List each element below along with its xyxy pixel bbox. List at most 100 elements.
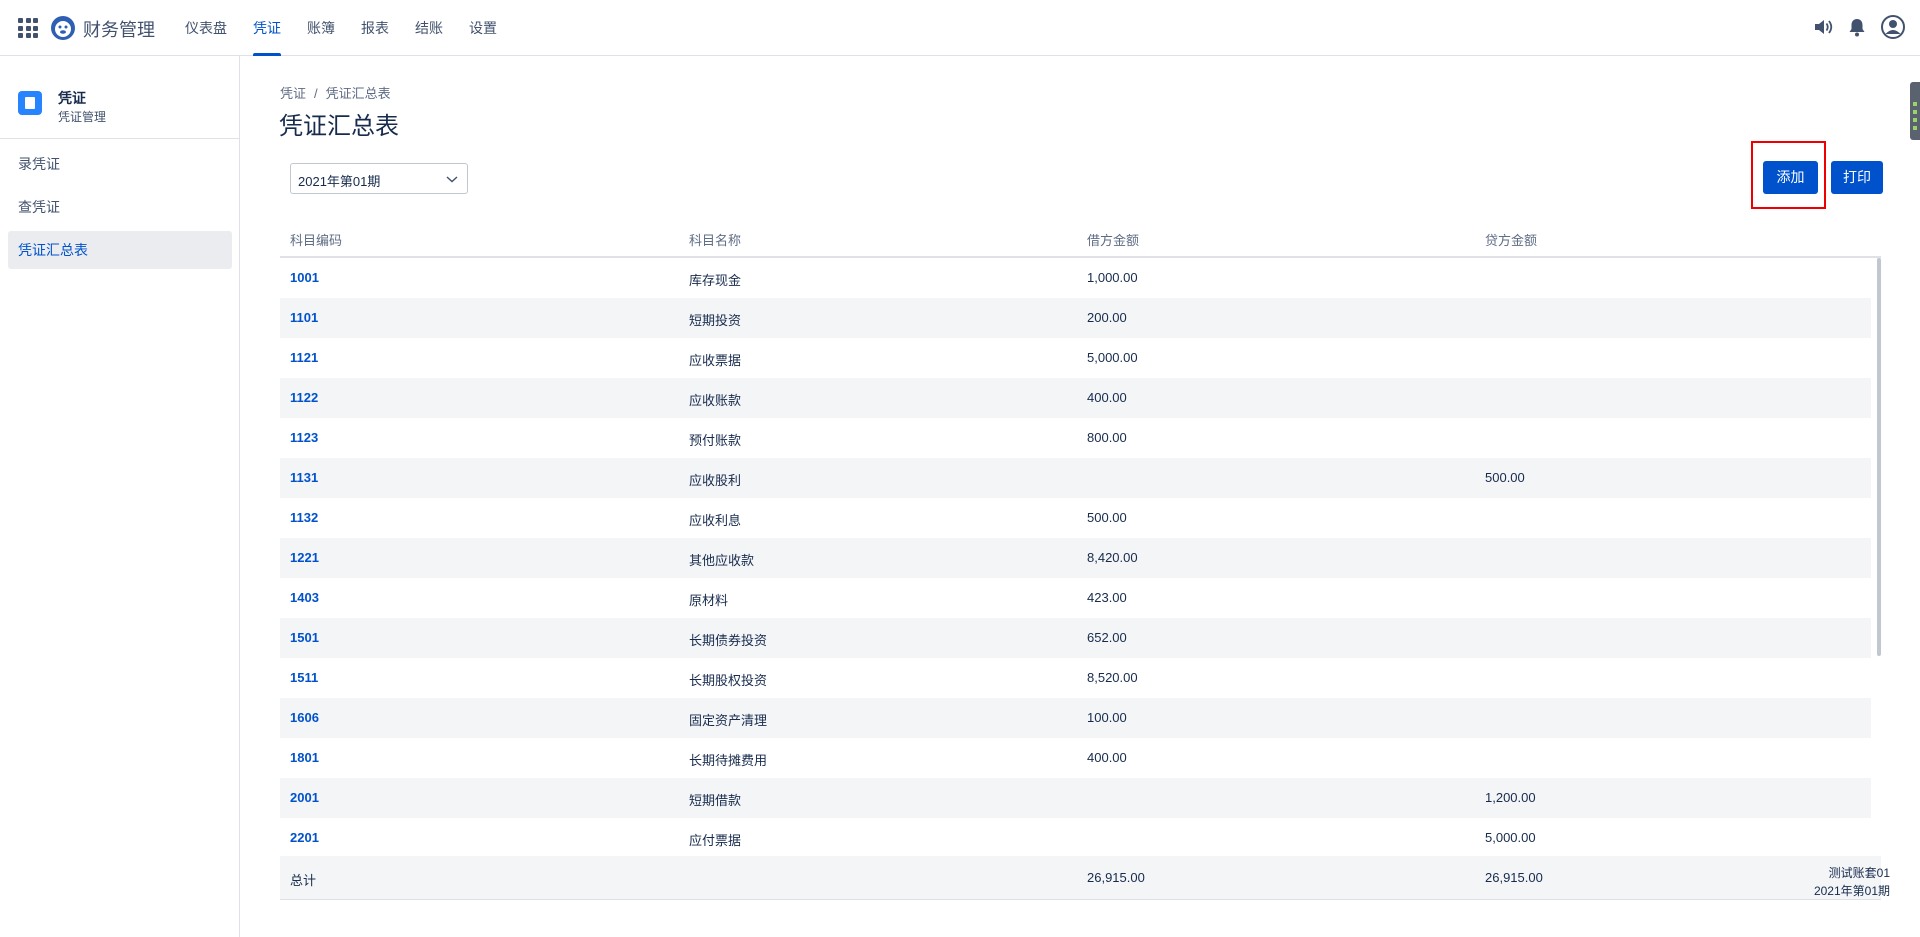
debit-amount-cell: 200.00: [1087, 310, 1127, 325]
account-code-link[interactable]: 1403: [290, 590, 319, 605]
account-code-link[interactable]: 2201: [290, 830, 319, 845]
account-code-link[interactable]: 1121: [290, 350, 318, 365]
account-name-cell: 应付票据: [689, 833, 742, 848]
account-code-link[interactable]: 1101: [290, 310, 318, 325]
account-name-cell: 长期股权投资: [689, 673, 768, 688]
account-code-link[interactable]: 1511: [290, 670, 318, 685]
credit-amount-cell: 5,000.00: [1485, 830, 1536, 845]
debit-amount-cell: 400.00: [1087, 390, 1127, 405]
table-row[interactable]: 1606 固定资产清理 100.00: [280, 698, 1871, 738]
table-row[interactable]: 2201 应付票据 5,000.00: [280, 818, 1871, 858]
main-nav: 仪表盘 凭证 账簿 报表 结账 设置: [176, 0, 514, 56]
account-name-cell: 应收利息: [689, 513, 742, 528]
account-code-link[interactable]: 2001: [290, 790, 319, 805]
debit-amount-cell: 400.00: [1087, 750, 1127, 765]
table-header: 科目编码 科目名称 借方金额 贷方金额: [280, 222, 1881, 258]
account-name-cell: 原材料: [689, 593, 729, 608]
table-row[interactable]: 1131 应收股利 500.00: [280, 458, 1871, 498]
table-row[interactable]: 1511 长期股权投资 8,520.00: [280, 658, 1871, 698]
table-row[interactable]: 1801 长期待摊费用 400.00: [280, 738, 1871, 778]
nav-voucher[interactable]: 凭证: [244, 0, 290, 56]
print-button[interactable]: 打印: [1831, 161, 1883, 194]
account-name-cell: 长期债券投资: [689, 633, 768, 648]
period-select[interactable]: 2021年第01期: [290, 163, 468, 194]
table-row[interactable]: 1403 原材料 423.00: [280, 578, 1871, 618]
nav-ledger[interactable]: 账簿: [298, 0, 344, 56]
table-row[interactable]: 2001 短期借款 1,200.00: [280, 778, 1871, 818]
account-code-link[interactable]: 1132: [290, 510, 318, 525]
table-row[interactable]: 1122 应收账款 400.00: [280, 378, 1871, 418]
total-credit: 26,915.00: [1485, 870, 1543, 885]
header-account-code[interactable]: 科目编码: [290, 230, 342, 249]
table-row[interactable]: 1132 应收利息 500.00: [280, 498, 1871, 538]
account-name-cell: 应收股利: [689, 473, 742, 488]
table-body: 1001 库存现金 1,000.00 1101 短期投资 200.00 1121 应收票据 5,…: [280, 258, 1881, 862]
user-avatar-icon[interactable]: [1880, 14, 1906, 40]
add-button[interactable]: 添加: [1763, 161, 1818, 194]
app-grid-icon[interactable]: [18, 18, 38, 38]
sidebar-item-record-voucher[interactable]: 录凭证: [8, 145, 232, 183]
bell-icon[interactable]: [1846, 16, 1868, 38]
account-name-cell: 库存现金: [689, 273, 742, 288]
table-row[interactable]: 1101 短期投资 200.00: [280, 298, 1871, 338]
chevron-down-icon: [446, 176, 458, 183]
nav-dashboard[interactable]: 仪表盘: [176, 0, 236, 56]
debit-amount-cell: 500.00: [1087, 510, 1127, 525]
breadcrumb-item-summary[interactable]: 凭证汇总表: [326, 86, 391, 101]
account-name-cell: 预付账款: [689, 433, 742, 448]
debit-amount-cell: 8,520.00: [1087, 670, 1138, 685]
nav-report[interactable]: 报表: [352, 0, 398, 56]
credit-amount-cell: 1,200.00: [1485, 790, 1536, 805]
side-widget-handle[interactable]: [1910, 82, 1920, 140]
account-code-link[interactable]: 1606: [290, 710, 319, 725]
account-name-cell: 应收票据: [689, 353, 742, 368]
speaker-icon[interactable]: [1812, 16, 1834, 38]
account-code-link[interactable]: 1221: [290, 550, 319, 565]
table-row[interactable]: 1221 其他应收款 8,420.00: [280, 538, 1871, 578]
account-name-cell: 固定资产清理: [689, 713, 768, 728]
debit-amount-cell: 1,000.00: [1087, 270, 1138, 285]
sidebar-subtitle: 凭证管理: [58, 110, 107, 124]
table-row[interactable]: 1001 库存现金 1,000.00: [280, 258, 1871, 298]
nav-closing[interactable]: 结账: [406, 0, 452, 56]
account-code-link[interactable]: 1131: [290, 470, 318, 485]
brand-title[interactable]: 财务管理: [83, 16, 155, 42]
account-code-link[interactable]: 1501: [290, 630, 319, 645]
account-name-cell: 长期待摊费用: [689, 753, 768, 768]
debit-amount-cell: 100.00: [1087, 710, 1127, 725]
total-debit: 26,915.00: [1087, 870, 1145, 885]
monkey-logo-icon: [51, 16, 75, 40]
table-row[interactable]: 1123 预付账款 800.00: [280, 418, 1871, 458]
account-name-cell: 其他应收款: [689, 553, 755, 568]
sidebar-menu: 录凭证 查凭证 凭证汇总表: [8, 145, 232, 274]
table-row[interactable]: 1121 应收票据 5,000.00: [280, 338, 1871, 378]
header-credit-amount[interactable]: 贷方金额: [1485, 230, 1537, 249]
header-debit-amount[interactable]: 借方金额: [1087, 230, 1139, 249]
sidebar-title: 凭证: [58, 90, 86, 106]
account-code-link[interactable]: 1122: [290, 390, 318, 405]
sidebar-item-voucher-summary[interactable]: 凭证汇总表: [8, 231, 232, 269]
table-total-row: 总计 26,915.00 26,915.00: [280, 856, 1881, 900]
nav-settings[interactable]: 设置: [460, 0, 506, 56]
top-bar: 财务管理 仪表盘 凭证 账簿 报表 结账 设置: [0, 0, 1920, 56]
header-account-name[interactable]: 科目名称: [689, 230, 741, 249]
breadcrumb-item-voucher[interactable]: 凭证: [280, 86, 306, 101]
account-name: 测试账套01: [1828, 866, 1890, 880]
voucher-summary-table: 科目编码 科目名称 借方金额 贷方金额 1001 库存现金 1,000.00 1101…: [280, 222, 1881, 900]
debit-amount-cell: 423.00: [1087, 590, 1127, 605]
total-label: 总计: [290, 873, 317, 888]
table-row[interactable]: 1501 长期债券投资 652.00: [280, 618, 1871, 658]
table-scrollbar[interactable]: [1877, 258, 1881, 656]
credit-amount-cell: 500.00: [1485, 470, 1525, 485]
account-code-link[interactable]: 1001: [290, 270, 319, 285]
sidebar-item-query-voucher[interactable]: 查凭证: [8, 188, 232, 226]
account-info: 测试账套01 2021年第01期: [1814, 864, 1890, 900]
account-code-link[interactable]: 1123: [290, 430, 318, 445]
debit-amount-cell: 8,420.00: [1087, 550, 1138, 565]
account-code-link[interactable]: 1801: [290, 750, 319, 765]
account-name-cell: 短期投资: [689, 313, 742, 328]
account-period: 2021年第01期: [1813, 884, 1890, 898]
debit-amount-cell: 5,000.00: [1087, 350, 1138, 365]
breadcrumb: 凭证 / 凭证汇总表: [280, 86, 391, 101]
debit-amount-cell: 652.00: [1087, 630, 1127, 645]
